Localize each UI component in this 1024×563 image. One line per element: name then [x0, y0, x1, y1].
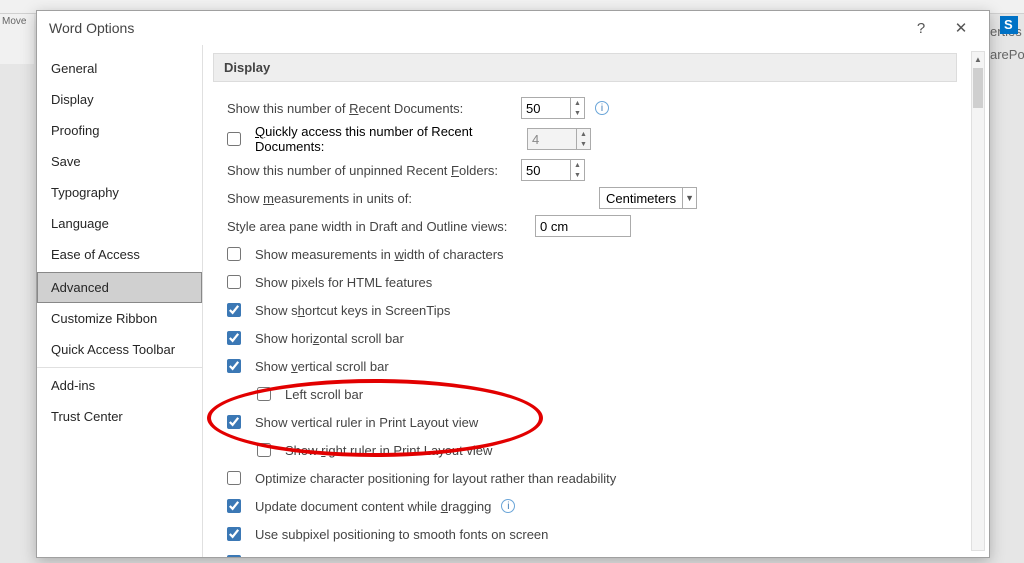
vertical-scrollbar[interactable]: ▲: [971, 51, 985, 551]
row-style-pane: Style area pane width in Draft and Outli…: [227, 214, 957, 238]
spinner-arrows-disabled: ▲▼: [576, 129, 590, 149]
scrollbar-thumb[interactable]: [973, 68, 983, 108]
row-left-scroll: Left scroll bar: [257, 382, 957, 406]
word-options-dialog: Word Options ? ✕ General Display Proofin…: [36, 10, 990, 558]
chevron-down-icon[interactable]: ▼: [682, 188, 696, 208]
unpinned-folders-label: Show this number of unpinned Recent Fold…: [227, 163, 513, 178]
nav-language[interactable]: Language: [37, 208, 202, 239]
pixels-html-label: Show pixels for HTML features: [255, 275, 432, 290]
quick-access-label: Quickly access this number of Recent Doc…: [255, 124, 519, 154]
row-subpixel: Use subpixel positioning to smooth fonts…: [227, 522, 957, 546]
row-quick-access: Quickly access this number of Recent Doc…: [227, 124, 957, 154]
optimize-label: Optimize character positioning for layou…: [255, 471, 616, 486]
hscroll-checkbox[interactable]: [227, 331, 241, 345]
popup-checkbox[interactable]: [227, 555, 241, 557]
nav-display[interactable]: Display: [37, 84, 202, 115]
options-content: Display Show this number of Recent Docum…: [203, 45, 989, 557]
background-right: erties arePoin: [990, 0, 1024, 70]
quick-access-input: [528, 129, 576, 149]
measurements-label: Show measurements in units of:: [227, 191, 513, 206]
row-recent-documents: Show this number of Recent Documents: ▲▼…: [227, 96, 957, 120]
vscroll-label: Show vertical scroll bar: [255, 359, 389, 374]
row-pixels-html: Show pixels for HTML features: [227, 270, 957, 294]
measurements-value: Centimeters: [600, 191, 682, 206]
popup-label: Show pop-up buttons for adding rows and …: [255, 555, 600, 558]
row-width-chars: Show measurements in width of characters: [227, 242, 957, 266]
svg-text:S: S: [1004, 17, 1013, 32]
row-vscroll: Show vertical scroll bar: [227, 354, 957, 378]
left-scroll-checkbox[interactable]: [257, 387, 271, 401]
nav-ease-of-access[interactable]: Ease of Access: [37, 239, 202, 270]
measurements-combo[interactable]: Centimeters ▼: [599, 187, 697, 209]
right-ruler-label: Show right ruler in Print Layout view: [285, 443, 492, 458]
right-ruler-checkbox[interactable]: [257, 443, 271, 457]
optimize-checkbox[interactable]: [227, 471, 241, 485]
row-optimize: Optimize character positioning for layou…: [227, 466, 957, 490]
recent-documents-label: Show this number of Recent Documents:: [227, 101, 513, 116]
recent-documents-spinner[interactable]: ▲▼: [521, 97, 585, 119]
spinner-arrows[interactable]: ▲▼: [570, 160, 584, 180]
nav-trust-center[interactable]: Trust Center: [37, 401, 202, 432]
unpinned-folders-spinner[interactable]: ▲▼: [521, 159, 585, 181]
quick-access-spinner: ▲▼: [527, 128, 591, 150]
nav-customize-ribbon[interactable]: Customize Ribbon: [37, 303, 202, 334]
info-icon[interactable]: i: [501, 499, 515, 513]
nav-quick-access-toolbar[interactable]: Quick Access Toolbar: [37, 334, 202, 365]
quick-access-checkbox[interactable]: [227, 132, 241, 146]
close-button[interactable]: ✕: [941, 14, 981, 42]
style-pane-label: Style area pane width in Draft and Outli…: [227, 219, 527, 234]
shortcut-keys-label: Show shortcut keys in ScreenTips: [255, 303, 450, 318]
spinner-arrows[interactable]: ▲▼: [570, 98, 584, 118]
style-pane-input[interactable]: [535, 215, 631, 237]
titlebar: Word Options ? ✕: [37, 11, 989, 45]
scroll-up-icon[interactable]: ▲: [972, 52, 984, 66]
info-icon[interactable]: i: [595, 101, 609, 115]
display-group-header: Display: [213, 53, 957, 82]
nav-add-ins[interactable]: Add-ins: [37, 367, 202, 401]
row-vruler: Show vertical ruler in Print Layout view: [227, 410, 957, 434]
row-popup: Show pop-up buttons for adding rows and …: [227, 550, 957, 557]
subpixel-label: Use subpixel positioning to smooth fonts…: [255, 527, 548, 542]
bg-sharepoint: arePoin: [990, 47, 1024, 62]
recent-documents-input[interactable]: [522, 98, 570, 118]
row-hscroll: Show horizontal scroll bar: [227, 326, 957, 350]
row-measurements: Show measurements in units of: Centimete…: [227, 186, 957, 210]
vscroll-checkbox[interactable]: [227, 359, 241, 373]
nav-advanced[interactable]: Advanced: [37, 272, 202, 303]
width-chars-label: Show measurements in width of characters: [255, 247, 504, 262]
row-right-ruler: Show right ruler in Print Layout view: [257, 438, 957, 462]
vruler-checkbox[interactable]: [227, 415, 241, 429]
dialog-title: Word Options: [45, 20, 901, 36]
nav-general[interactable]: General: [37, 53, 202, 84]
nav-save[interactable]: Save: [37, 146, 202, 177]
shortcut-keys-checkbox[interactable]: [227, 303, 241, 317]
pixels-html-checkbox[interactable]: [227, 275, 241, 289]
background-left: Move: [0, 14, 34, 64]
left-scroll-label: Left scroll bar: [285, 387, 363, 402]
subpixel-checkbox[interactable]: [227, 527, 241, 541]
sharepoint-icon: S: [1000, 16, 1018, 34]
unpinned-folders-input[interactable]: [522, 160, 570, 180]
dragging-checkbox[interactable]: [227, 499, 241, 513]
vruler-label: Show vertical ruler in Print Layout view: [255, 415, 478, 430]
dragging-label: Update document content while dragging: [255, 499, 491, 514]
row-unpinned-folders: Show this number of unpinned Recent Fold…: [227, 158, 957, 182]
nav-typography[interactable]: Typography: [37, 177, 202, 208]
hscroll-label: Show horizontal scroll bar: [255, 331, 404, 346]
row-shortcut-keys: Show shortcut keys in ScreenTips: [227, 298, 957, 322]
nav-proofing[interactable]: Proofing: [37, 115, 202, 146]
width-chars-checkbox[interactable]: [227, 247, 241, 261]
row-dragging: Update document content while dragging i: [227, 494, 957, 518]
help-button[interactable]: ?: [901, 14, 941, 42]
content-pane: Display Show this number of Recent Docum…: [203, 45, 967, 557]
options-nav: General Display Proofing Save Typography…: [37, 45, 203, 557]
